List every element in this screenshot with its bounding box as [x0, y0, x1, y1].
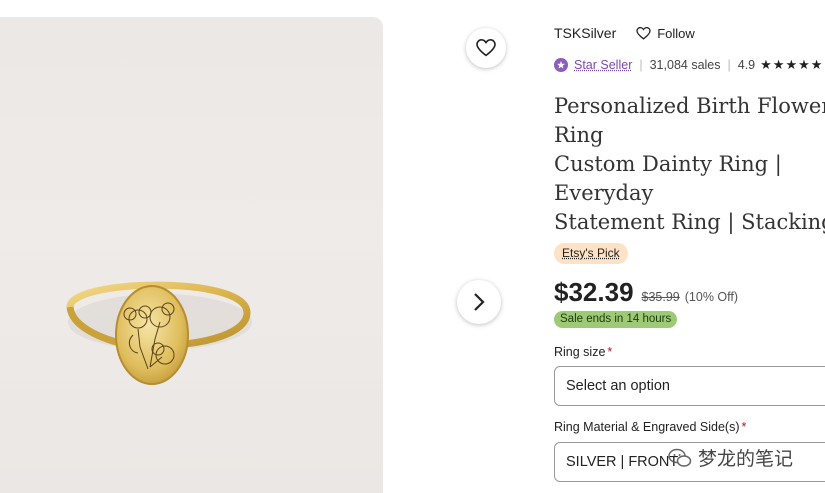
- follow-label: Follow: [657, 25, 695, 41]
- ring-material-label: Ring Material & Engraved Side(s) *: [554, 420, 746, 434]
- ring-size-label: Ring size *: [554, 345, 612, 359]
- price-row: $32.39 $35.99 (10% Off): [554, 277, 738, 308]
- discount-label: (10% Off): [684, 290, 739, 304]
- star-badge-icon: [554, 58, 568, 72]
- rating-stars[interactable]: ★★★★★: [760, 57, 823, 73]
- wechat-icon: [668, 448, 692, 467]
- shop-meta: Star Seller | 31,084 sales | 4.9 ★★★★★: [554, 56, 823, 74]
- ring-material-label-text: Ring Material & Engraved Side(s): [554, 420, 740, 434]
- listing-title: Personalized Birth Flower Ring Custom Da…: [554, 94, 825, 240]
- watermark-text: 梦龙的笔记: [698, 449, 794, 470]
- watermark: 梦龙的笔记: [668, 444, 793, 471]
- shop-name-link[interactable]: TSKSilver: [554, 25, 616, 41]
- required-mark: *: [607, 345, 613, 359]
- sales-count: 31,084 sales: [649, 58, 721, 72]
- divider: |: [727, 58, 731, 72]
- ring-size-label-text: Ring size: [554, 345, 606, 359]
- required-mark: *: [741, 420, 747, 434]
- gold-ring-illustration: [66, 281, 252, 385]
- current-price: $32.39: [554, 277, 634, 307]
- heart-outline-icon: [476, 39, 496, 57]
- ring-size-select[interactable]: Select an option: [554, 366, 825, 406]
- next-image-button[interactable]: [457, 280, 501, 324]
- original-price: $35.99: [641, 290, 680, 304]
- follow-button[interactable]: Follow: [636, 26, 695, 41]
- sale-ends-badge: Sale ends in 14 hours: [554, 311, 678, 328]
- chevron-right-icon: [474, 293, 485, 311]
- star-seller-badge[interactable]: Star Seller: [574, 58, 632, 72]
- etsys-pick-badge[interactable]: Etsy's Pick: [554, 243, 628, 264]
- ring-material-select-value: SILVER | FRONT: [566, 454, 679, 470]
- product-image[interactable]: [0, 17, 383, 493]
- rating-value: 4.9: [737, 58, 756, 72]
- ring-size-select-value: Select an option: [566, 378, 670, 394]
- heart-outline-icon: [636, 26, 651, 40]
- divider: |: [639, 58, 643, 72]
- favorite-button[interactable]: [466, 28, 506, 68]
- shop-header: TSKSilver Follow: [554, 24, 695, 42]
